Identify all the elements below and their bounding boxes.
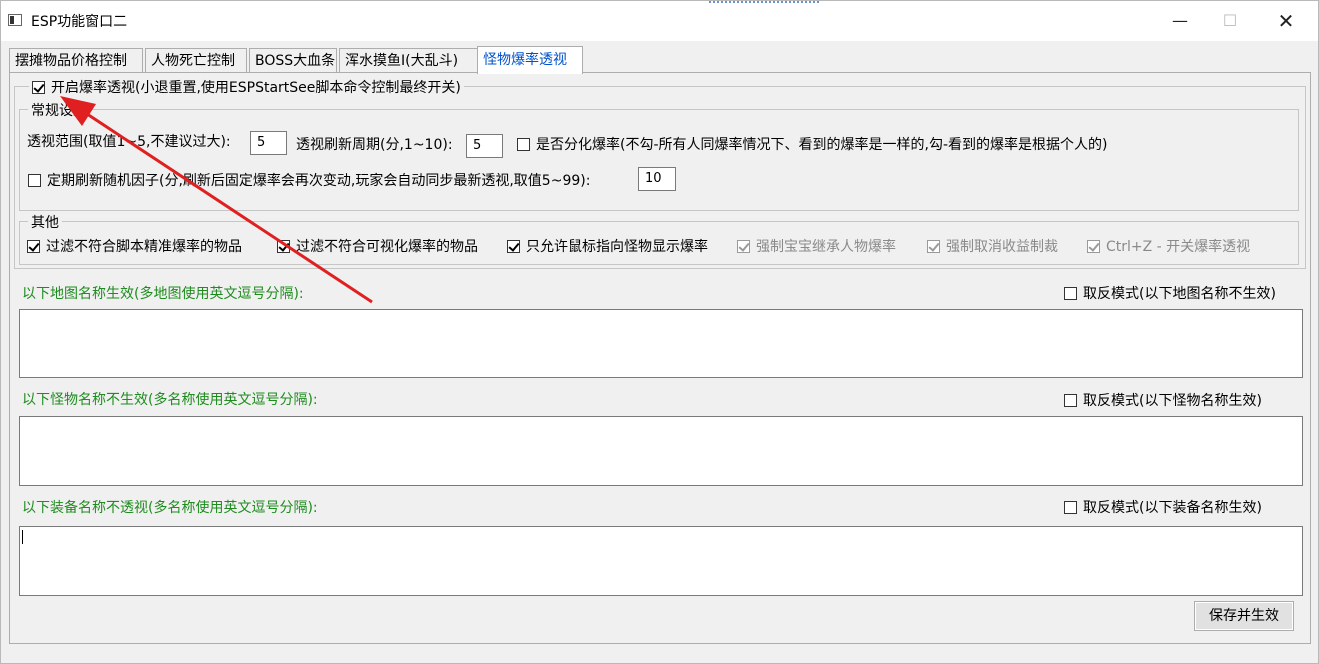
option-mouse-only[interactable]: 只允许鼠标指向怪物显示爆率	[507, 236, 708, 256]
enable-label: 开启爆率透视(小退重置,使用ESPStartSee脚本命令控制最终开关)	[51, 80, 461, 96]
tab-panel: 开启爆率透视(小退重置,使用ESPStartSee脚本命令控制最终开关) 常规设…	[9, 72, 1311, 644]
app-window-icon	[8, 14, 22, 26]
split-checkbox[interactable]	[517, 138, 530, 151]
refresh-option[interactable]: 定期刷新随机因子(分,刷新后固定爆率会再次变动,玩家会自动同步最新透视,取值5~…	[28, 170, 590, 190]
other-group: 其他 过滤不符合脚本精准爆率的物品 过滤不符合可视化爆率的物品 只允许鼠标指向怪…	[19, 212, 1299, 265]
option-filter-visual-checkbox[interactable]	[277, 240, 290, 253]
enable-checkbox-row[interactable]: 开启爆率透视(小退重置,使用ESPStartSee脚本命令控制最终开关)	[29, 77, 464, 97]
option-filter-script[interactable]: 过滤不符合脚本精准爆率的物品	[27, 236, 242, 256]
monster-invert-option[interactable]: 取反模式(以下怪物名称生效)	[1064, 390, 1262, 410]
title-bar: ESP功能窗口二 — ☐ ✕	[1, 1, 1318, 41]
option-hotkey-label: Ctrl+Z - 开关爆率透视	[1106, 239, 1251, 255]
period-label: 透视刷新周期(分,1~10):	[296, 137, 453, 153]
option-mouse-only-label: 只允许鼠标指向怪物显示爆率	[526, 239, 708, 255]
option-pet-inherit-checkbox	[737, 240, 750, 253]
map-invert-label: 取反模式(以下地图名称不生效)	[1083, 286, 1276, 302]
monster-names-input[interactable]	[19, 416, 1303, 486]
range-label: 透视范围(取值1~5,不建议过大):	[27, 134, 231, 150]
option-pet-inherit: 强制宝宝继承人物爆率	[737, 236, 896, 256]
split-option[interactable]: 是否分化爆率(不勾-所有人同爆率情况下、看到的爆率是一样的,勾-看到的爆率是根据…	[517, 134, 1107, 154]
enable-checkbox[interactable]	[32, 81, 45, 94]
option-filter-visual-label: 过滤不符合可视化爆率的物品	[296, 239, 478, 255]
window-title: ESP功能窗口二	[31, 14, 128, 30]
tab-player-death[interactable]: 人物死亡控制	[145, 48, 247, 72]
option-filter-visual[interactable]: 过滤不符合可视化爆率的物品	[277, 236, 478, 256]
tab-stall-price[interactable]: 摆摊物品价格控制	[9, 48, 143, 72]
option-hotkey-checkbox	[1087, 240, 1100, 253]
decorative-line	[709, 1, 819, 6]
equip-invert-checkbox[interactable]	[1064, 501, 1077, 514]
map-names-input[interactable]	[19, 309, 1303, 378]
monster-invert-checkbox[interactable]	[1064, 394, 1077, 407]
refresh-input[interactable]: 10	[638, 167, 676, 191]
option-filter-script-label: 过滤不符合脚本精准爆率的物品	[46, 239, 242, 255]
map-section-label: 以下地图名称生效(多地图使用英文逗号分隔):	[22, 286, 304, 302]
close-icon[interactable]: ✕	[1263, 9, 1309, 33]
save-button[interactable]: 保存并生效	[1194, 601, 1294, 631]
map-invert-option[interactable]: 取反模式(以下地图名称不生效)	[1064, 283, 1276, 303]
minimize-icon[interactable]: —	[1157, 9, 1203, 33]
option-hotkey: Ctrl+Z - 开关爆率透视	[1087, 236, 1250, 256]
map-invert-checkbox[interactable]	[1064, 287, 1077, 300]
refresh-label: 定期刷新随机因子(分,刷新后固定爆率会再次变动,玩家会自动同步最新透视,取值5~…	[47, 173, 591, 189]
general-group: 常规设置 透视范围(取值1~5,不建议过大): 5 透视刷新周期(分,1~10)…	[19, 100, 1299, 211]
text-caret	[22, 530, 23, 544]
split-label: 是否分化爆率(不勾-所有人同爆率情况下、看到的爆率是一样的,勾-看到的爆率是根据…	[536, 137, 1108, 153]
refresh-checkbox[interactable]	[28, 174, 41, 187]
tab-melee[interactable]: 浑水摸鱼I(大乱斗)	[339, 48, 479, 72]
maximize-icon[interactable]: ☐	[1207, 9, 1253, 33]
equip-names-input[interactable]	[19, 526, 1303, 596]
tab-droprate-view[interactable]: 怪物爆率透视	[477, 46, 583, 74]
equip-invert-option[interactable]: 取反模式(以下装备名称生效)	[1064, 497, 1262, 517]
enable-group: 开启爆率透视(小退重置,使用ESPStartSee脚本命令控制最终开关) 常规设…	[14, 77, 1306, 269]
tab-boss-hpbar[interactable]: BOSS大血条	[249, 48, 337, 72]
option-pet-inherit-label: 强制宝宝继承人物爆率	[756, 239, 896, 255]
option-filter-script-checkbox[interactable]	[27, 240, 40, 253]
range-input[interactable]: 5	[250, 131, 287, 155]
option-mouse-only-checkbox[interactable]	[507, 240, 520, 253]
period-input[interactable]: 5	[466, 134, 503, 158]
other-group-title: 其他	[28, 212, 62, 232]
equip-invert-label: 取反模式(以下装备名称生效)	[1083, 500, 1262, 516]
monster-invert-label: 取反模式(以下怪物名称生效)	[1083, 393, 1262, 409]
option-cancel-penalty-checkbox	[927, 240, 940, 253]
general-group-title: 常规设置	[28, 100, 90, 120]
app-window: ESP功能窗口二 — ☐ ✕ 摆摊物品价格控制 人物死亡控制 BOSS大血条 浑…	[0, 0, 1319, 664]
option-cancel-penalty-label: 强制取消收益制裁	[946, 239, 1058, 255]
option-cancel-penalty: 强制取消收益制裁	[927, 236, 1058, 256]
equip-section-label: 以下装备名称不透视(多名称使用英文逗号分隔):	[22, 500, 318, 516]
monster-section-label: 以下怪物名称不生效(多名称使用英文逗号分隔):	[22, 392, 318, 408]
